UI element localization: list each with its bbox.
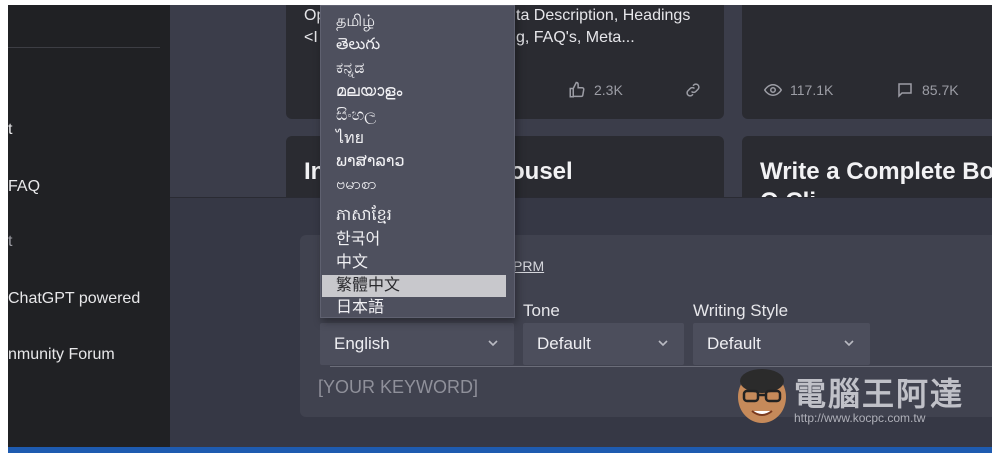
app-window: t FAQ t ChatGPT powered nmunity Forum Op…: [8, 5, 992, 453]
language-option-korean[interactable]: 한국어: [322, 229, 506, 251]
tone-label: Tone: [523, 301, 560, 320]
thumbs-up-icon: [569, 81, 585, 98]
card2-views-count: 117.1K: [790, 82, 834, 98]
prm-link[interactable]: PRM: [513, 258, 544, 274]
sidebar-item-3[interactable]: t: [8, 233, 12, 251]
language-select[interactable]: English: [320, 323, 514, 365]
language-option-telugu[interactable]: తెలుగు: [322, 34, 506, 56]
card2-views: 117.1K: [764, 81, 833, 99]
card4-title: Write a Complete Bo: [760, 158, 992, 185]
sidebar-item-chatgpt[interactable]: ChatGPT powered: [8, 290, 140, 308]
link-icon: [686, 83, 700, 97]
eye-icon: [764, 83, 782, 97]
watermark-url: http://www.kocpc.com.tw: [794, 411, 926, 425]
keyword-input[interactable]: [YOUR KEYWORD]: [318, 377, 478, 398]
language-option-sinhala[interactable]: සිංහල: [322, 105, 506, 127]
sidebar-item-1[interactable]: t: [8, 121, 12, 139]
tone-select-value: Default: [537, 334, 591, 353]
language-option-khmer[interactable]: ភាសាខ្មែរ: [322, 205, 506, 227]
language-option-traditional-chinese[interactable]: 繁體中文: [322, 275, 506, 297]
card2-comments-count: 85.7K: [922, 82, 959, 98]
language-select-value: English: [334, 334, 390, 353]
card1-line1-right: ta Description, Headings: [516, 7, 691, 24]
writing-style-select[interactable]: Default: [693, 323, 870, 365]
language-option-lao[interactable]: ພາສາລາວ: [322, 151, 506, 173]
language-option-burmese[interactable]: ဗမာစာ: [322, 174, 506, 196]
card1-likes-count: 2.3K: [594, 82, 623, 98]
chevron-down-icon: [844, 340, 854, 347]
card3-title-right: ousel: [510, 158, 573, 185]
sidebar-item-faq[interactable]: FAQ: [8, 178, 40, 196]
card1-likes[interactable]: 2.3K: [568, 81, 623, 99]
sidebar: t FAQ t ChatGPT powered nmunity Forum: [8, 5, 170, 447]
tone-select[interactable]: Default: [523, 323, 684, 365]
prompt-card-4[interactable]: Write a Complete Bo O Cli: [742, 136, 992, 206]
language-option-kannada[interactable]: ಕನ್ನಡ: [322, 58, 506, 80]
prompt-card-2[interactable]: 117.1K 85.7K: [742, 5, 992, 119]
language-option-thai[interactable]: ไทย: [322, 128, 506, 150]
language-option-chinese[interactable]: 中文: [322, 252, 506, 274]
writing-style-select-value: Default: [707, 334, 761, 353]
language-option-japanese[interactable]: 日本語: [322, 297, 506, 319]
language-option-tamil[interactable]: தமிழ்: [322, 11, 506, 33]
comment-icon: [898, 83, 912, 98]
watermark: 電腦王阿達 http://www.kocpc.com.tw: [734, 365, 984, 435]
card1-link[interactable]: [684, 81, 702, 99]
writing-style-label: Writing Style: [693, 301, 789, 320]
chevron-down-icon: [658, 340, 668, 347]
card1-line2-left: <I: [304, 29, 318, 46]
chevron-down-icon: [488, 340, 498, 347]
sidebar-item-community-forum[interactable]: nmunity Forum: [8, 346, 115, 364]
main-content: Op ta Description, Headings <I g, FAQ's,…: [170, 5, 992, 447]
mascot-face-icon: [738, 369, 786, 423]
language-option-malayalam[interactable]: മലയാളം: [322, 81, 506, 103]
sidebar-divider: [8, 47, 160, 48]
language-dropdown-list[interactable]: தமிழ் తెలుగు ಕನ್ನಡ മലയാളം සිංහල ไทย ພາສາ…: [320, 5, 515, 318]
watermark-text: 電腦王阿達: [794, 376, 965, 412]
card1-line2-right: g, FAQ's, Meta...: [516, 29, 635, 46]
card2-comments: 85.7K: [896, 81, 959, 99]
